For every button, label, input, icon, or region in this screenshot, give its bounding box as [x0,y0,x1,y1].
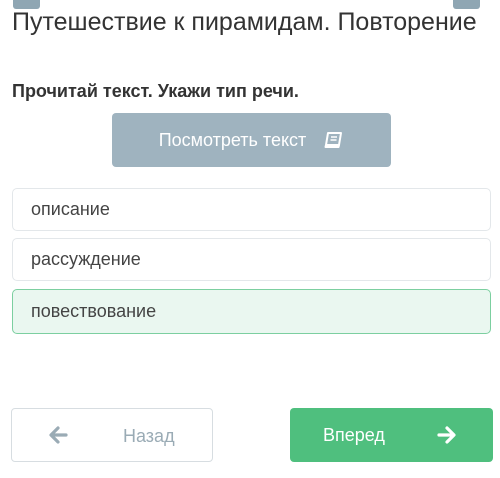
quiz-page: Путешествие к пирамидам. Повторение Проч… [0,0,500,478]
answer-option-label: повествование [31,301,157,321]
answer-option-label: рассуждение [31,249,141,269]
back-button-label: Назад [123,426,175,446]
view-text-label: Посмотреть текст [158,129,307,150]
answer-option-povestvovanie[interactable]: повествование [12,289,491,334]
arrow-right-icon [437,426,456,444]
page-title: Путешествие к пирамидам. Повторение [12,8,477,36]
task-instruction: Прочитай текст. Укажи тип речи. [12,81,299,101]
answer-option-rassuzhdenie[interactable]: рассуждение [12,238,491,281]
next-button-label: Вперед [323,425,385,445]
arrow-left-icon [49,426,68,444]
view-text-button[interactable]: Посмотреть текст [112,113,391,167]
book-icon [324,132,343,148]
back-button[interactable]: Назад [11,408,213,462]
answer-option-label: описание [31,199,110,219]
next-button[interactable]: Вперед [290,408,493,462]
answer-option-opisanie[interactable]: описание [12,188,491,231]
